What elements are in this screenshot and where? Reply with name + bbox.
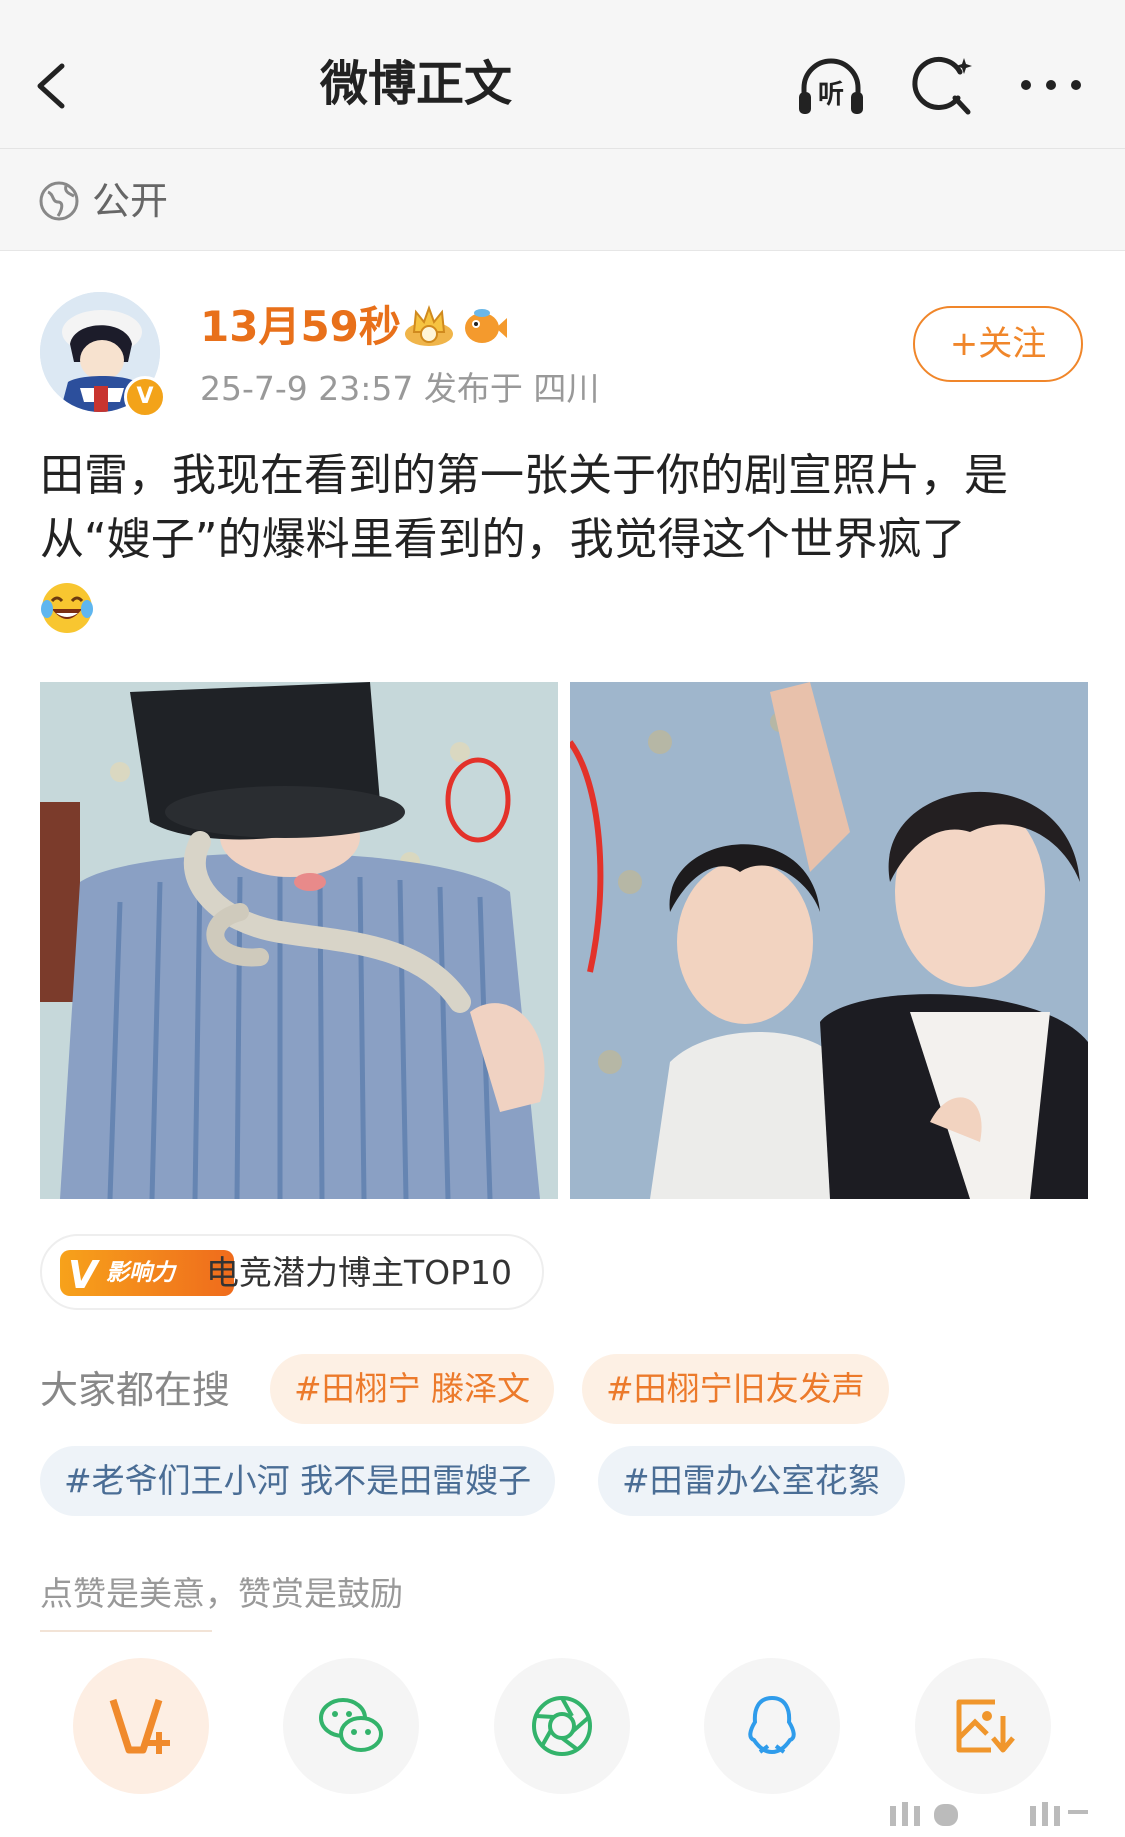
author-name[interactable]: 13月59秒 bbox=[200, 300, 401, 354]
moments-icon bbox=[532, 1696, 592, 1756]
trending-topic-chip[interactable]: #老爷们王小河 我不是田雷嫂子 bbox=[40, 1446, 556, 1516]
visibility-label: 公开 bbox=[92, 179, 169, 223]
watermark-logo bbox=[890, 1802, 1088, 1826]
search-icon bbox=[912, 57, 972, 115]
verified-badge: V bbox=[124, 376, 166, 418]
post-content: 田雷，我现在看到的第一张关于你的剧宣照片，是从“嫂子”的爆料里看到的，我觉得这个… bbox=[40, 444, 1090, 636]
reward-divider bbox=[40, 1630, 212, 1632]
save-image-icon bbox=[956, 1699, 1015, 1753]
share-moments-button[interactable] bbox=[494, 1658, 630, 1794]
post-timestamp-location: 25-7-9 23:57 发布于 四川 bbox=[200, 369, 600, 408]
trending-topic-chip[interactable]: #田栩宁 滕泽文 bbox=[270, 1354, 555, 1424]
svg-text:V: V bbox=[68, 1253, 100, 1296]
more-dots-icon bbox=[1021, 80, 1081, 90]
back-arrow-icon bbox=[37, 63, 65, 109]
listen-button[interactable]: 听 bbox=[796, 52, 866, 118]
share-wechat-button[interactable] bbox=[283, 1658, 419, 1794]
share-qq-button[interactable] bbox=[704, 1658, 840, 1794]
reward-v-plus-button[interactable] bbox=[73, 1658, 209, 1794]
post-text: 田雷，我现在看到的第一张关于你的剧宣照片，是从“嫂子”的爆料里看到的，我觉得这个… bbox=[40, 450, 1008, 565]
reward-prompt: 点赞是美意，赞赏是鼓励 bbox=[40, 1574, 403, 1613]
page-title: 微博正文 bbox=[320, 56, 513, 112]
v-logo-icon: V bbox=[68, 1253, 100, 1296]
back-button[interactable] bbox=[30, 58, 80, 114]
follow-button[interactable]: +关注 bbox=[913, 306, 1083, 382]
photo-man-cap-snake bbox=[40, 682, 558, 1199]
influence-badge[interactable]: V 影响力 电竞潜力博主TOP10 bbox=[40, 1234, 544, 1310]
more-options-button[interactable] bbox=[1016, 52, 1086, 118]
photo-two-men-wall bbox=[570, 682, 1088, 1199]
fish-badge-icon[interactable] bbox=[462, 306, 508, 346]
listen-label: 听 bbox=[818, 80, 844, 110]
qq-icon bbox=[748, 1695, 796, 1755]
crown-badge-icon[interactable] bbox=[402, 304, 456, 348]
influence-logo-text: 影响力 bbox=[106, 1260, 175, 1286]
wechat-icon bbox=[319, 1698, 383, 1752]
visibility-bar bbox=[0, 149, 1125, 251]
save-image-button[interactable] bbox=[915, 1658, 1051, 1794]
trending-search-label: 大家都在搜 bbox=[40, 1368, 231, 1412]
post-image-2[interactable] bbox=[570, 682, 1088, 1199]
globe-icon bbox=[39, 181, 79, 221]
headphones-icon: 听 bbox=[799, 58, 863, 114]
post-image-1[interactable] bbox=[40, 682, 558, 1199]
v-plus-icon bbox=[109, 1698, 170, 1754]
search-button[interactable] bbox=[908, 52, 978, 118]
influence-label: 电竞潜力博主TOP10 bbox=[206, 1253, 513, 1292]
trending-topic-chip[interactable]: #田雷办公室花絮 bbox=[598, 1446, 905, 1516]
laughing-tears-emoji-icon bbox=[41, 583, 93, 633]
trending-topic-chip[interactable]: #田栩宁旧友发声 bbox=[582, 1354, 889, 1424]
